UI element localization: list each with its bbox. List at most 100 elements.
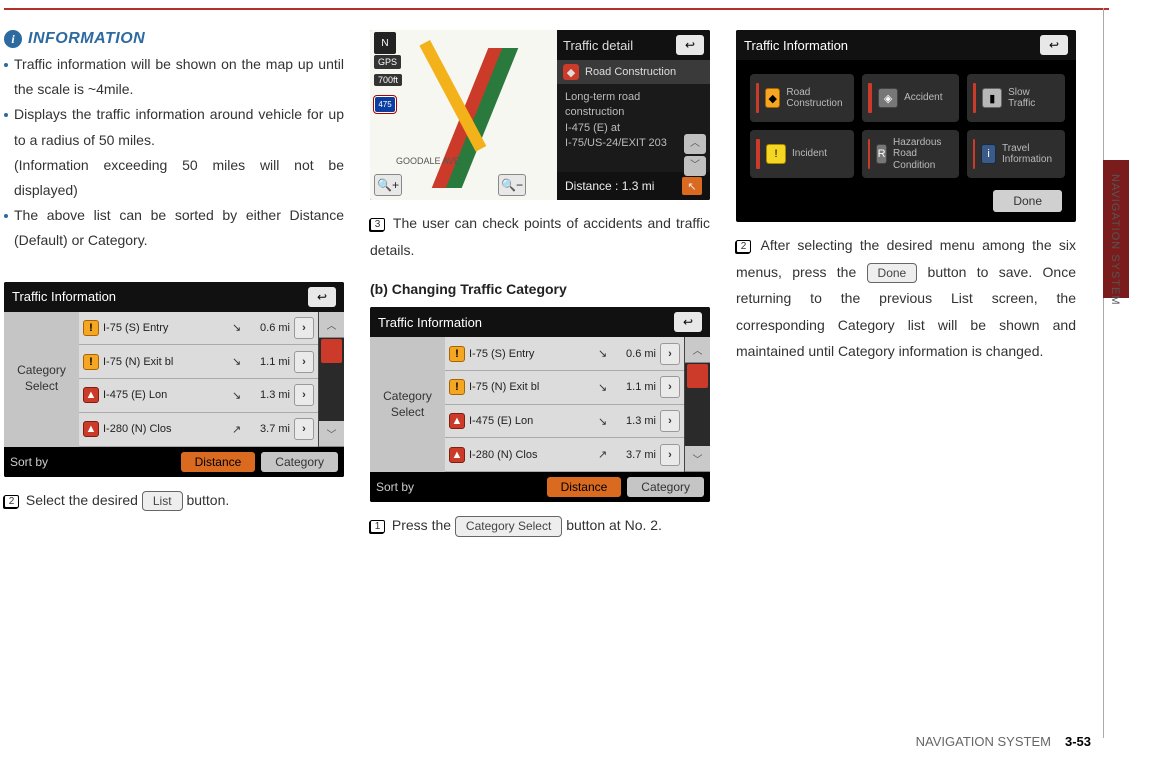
slow-traffic-icon: ▮	[982, 88, 1002, 108]
map-pane[interactable]: N GPS 700ft 475 GOODALE AVE 🔍+ 🔍−	[370, 30, 557, 200]
gps-badge: GPS	[374, 55, 401, 69]
detail-line-1: Long-term road construction	[565, 90, 702, 121]
zoom-in-icon[interactable]: 🔍+	[374, 174, 402, 196]
sort-distance-button[interactable]: Distance	[547, 477, 622, 497]
chevron-right-icon[interactable]: ›	[294, 351, 314, 373]
chevron-right-icon[interactable]: ›	[660, 410, 680, 432]
step-1-pre: Press the	[392, 517, 455, 533]
compass-icon[interactable]: N	[374, 32, 396, 54]
list-item[interactable]: ▲ I-280 (N) Clos ↗ 3.7 mi ›	[79, 413, 318, 447]
section-b-heading: (b) Changing Traffic Category	[370, 281, 710, 297]
scroll-down-icon[interactable]: ﹀	[685, 446, 710, 472]
scroll-track[interactable]	[685, 363, 710, 446]
list-item[interactable]: ▲ I-475 (E) Lon ↘ 1.3 mi ›	[79, 379, 318, 413]
step-1-post: button at No. 2.	[566, 517, 662, 533]
category-label: Travel Information	[1002, 143, 1059, 166]
direction-icon: ↘	[232, 355, 244, 368]
category-select-button[interactable]: Category Select	[4, 312, 79, 447]
scroll-up-icon[interactable]: ︿	[319, 312, 344, 338]
info-bullet-2: Displays the traffic information around …	[4, 102, 344, 152]
category-hazardous[interactable]: R Hazardous Road Condition	[862, 130, 958, 178]
back-icon[interactable]: ↩	[676, 35, 704, 55]
list-item[interactable]: ! I-75 (S) Entry ↘ 0.6 mi ›	[79, 312, 318, 346]
step-number-icon: 2	[736, 240, 751, 253]
info-bullet-2-note: (Information exceeding 50 miles will not…	[4, 153, 344, 203]
category-slow-traffic[interactable]: ▮ Slow Traffic	[967, 74, 1065, 122]
distance: 0.6 mi	[248, 322, 290, 334]
scroll-thumb[interactable]	[687, 364, 708, 388]
information-heading: i INFORMATION	[4, 30, 344, 48]
road-name: I-75 (S) Entry	[469, 348, 594, 360]
category-road-construction[interactable]: ◆ Road Construction	[750, 74, 854, 122]
sort-distance-button[interactable]: Distance	[181, 452, 256, 472]
traffic-list-rows: ! I-75 (S) Entry ↘ 0.6 mi › ! I-75 (N) E…	[79, 312, 318, 447]
back-icon[interactable]: ↩	[308, 287, 336, 307]
zoom-out-icon[interactable]: 🔍−	[498, 174, 526, 196]
detail-body: Long-term road construction I-475 (E) at…	[557, 84, 710, 172]
scroll-thumb[interactable]	[321, 339, 342, 363]
back-icon[interactable]: ↩	[674, 312, 702, 332]
direction-icon: ↘	[232, 321, 244, 334]
category-travel-info[interactable]: i Travel Information	[967, 130, 1065, 178]
category-select-inline-button[interactable]: Category Select	[455, 516, 562, 536]
construction-icon: ◆	[563, 64, 579, 80]
chevron-right-icon[interactable]: ›	[660, 343, 680, 365]
step-3-text: 3 The user can check points of accidents…	[370, 210, 710, 263]
list-area: Category Select ! I-75 (S) Entry ↘ 0.6 m…	[370, 337, 710, 472]
list-button[interactable]: List	[142, 491, 183, 511]
done-inline-button[interactable]: Done	[867, 263, 918, 283]
chevron-right-icon[interactable]: ›	[294, 384, 314, 406]
selection-bar-icon	[868, 139, 870, 169]
chevron-right-icon[interactable]: ›	[294, 317, 314, 339]
scroll-down-icon[interactable]: ﹀	[684, 156, 706, 176]
list-area: Category Select ! I-75 (S) Entry ↘ 0.6 m…	[4, 312, 344, 447]
sort-label: Sort by	[376, 480, 414, 494]
traffic-category-screenshot: Traffic Information ↩ ◆ Road Constructio…	[736, 30, 1076, 222]
sort-bar: Sort by Distance Category	[4, 447, 344, 477]
detail-distance: Distance : 1.3 mi	[565, 179, 654, 193]
distance: 1.3 mi	[248, 389, 290, 401]
sort-bar: Sort by Distance Category	[370, 472, 710, 502]
distance: 3.7 mi	[248, 423, 290, 435]
list-item[interactable]: ! I-75 (N) Exit bl ↘ 1.1 mi ›	[79, 345, 318, 379]
category-grid: ◆ Road Construction ◈ Accident ▮ Slow Tr…	[750, 74, 1062, 178]
chevron-right-icon[interactable]: ›	[660, 376, 680, 398]
list-item[interactable]: ! I-75 (S) Entry ↘ 0.6 mi ›	[445, 337, 684, 371]
step-number-icon: 3	[370, 218, 385, 231]
footer-page-number: 3-53	[1065, 734, 1091, 749]
category-label: Slow Traffic	[1008, 87, 1058, 110]
list-item[interactable]: ! I-75 (N) Exit bl ↘ 1.1 mi ›	[445, 371, 684, 405]
chevron-right-icon[interactable]: ›	[660, 444, 680, 466]
chevron-right-icon[interactable]: ›	[294, 418, 314, 440]
accident-icon: ◈	[878, 88, 898, 108]
list-item[interactable]: ▲ I-280 (N) Clos ↗ 3.7 mi ›	[445, 438, 684, 472]
category-accident[interactable]: ◈ Accident	[862, 74, 958, 122]
footer-section-label: NAVIGATION SYSTEM	[916, 734, 1051, 749]
back-icon[interactable]: ↩	[1040, 35, 1068, 55]
scroll-up-icon[interactable]: ︿	[684, 134, 706, 154]
category-select-button[interactable]: Category Select	[370, 337, 445, 472]
detail-title-text: Traffic detail	[563, 38, 633, 53]
sort-category-button[interactable]: Category	[261, 452, 338, 472]
info-bullet-3: The above list can be sorted by either D…	[4, 203, 344, 253]
warning-icon: !	[83, 320, 99, 336]
detail-scroll: ︿ ﹀	[684, 134, 706, 176]
scroll-up-icon[interactable]: ︿	[685, 337, 710, 363]
navigate-arrow-icon[interactable]: ↖	[682, 177, 702, 195]
construction-icon: ▲	[83, 421, 99, 437]
traffic-list-rows: ! I-75 (S) Entry ↘ 0.6 mi › ! I-75 (N) E…	[445, 337, 684, 472]
list-item[interactable]: ▲ I-475 (E) Lon ↘ 1.3 mi ›	[445, 405, 684, 439]
direction-icon: ↘	[232, 389, 244, 402]
column-2: N GPS 700ft 475 GOODALE AVE 🔍+ 🔍− Traffi…	[370, 30, 710, 539]
done-button[interactable]: Done	[993, 190, 1062, 212]
information-title: INFORMATION	[28, 30, 145, 48]
sort-category-button[interactable]: Category	[627, 477, 704, 497]
category-label: Hazardous Road Condition	[893, 137, 952, 172]
scroll-down-icon[interactable]: ﹀	[319, 421, 344, 447]
screen-title: Traffic Information	[378, 315, 482, 330]
category-incident[interactable]: ! Incident	[750, 130, 854, 178]
detail-footer: Distance : 1.3 mi ↖	[557, 172, 710, 200]
screen-title: Traffic Information	[12, 289, 116, 304]
page-columns: i INFORMATION Traffic information will b…	[4, 30, 1089, 539]
scroll-track[interactable]	[319, 338, 344, 421]
